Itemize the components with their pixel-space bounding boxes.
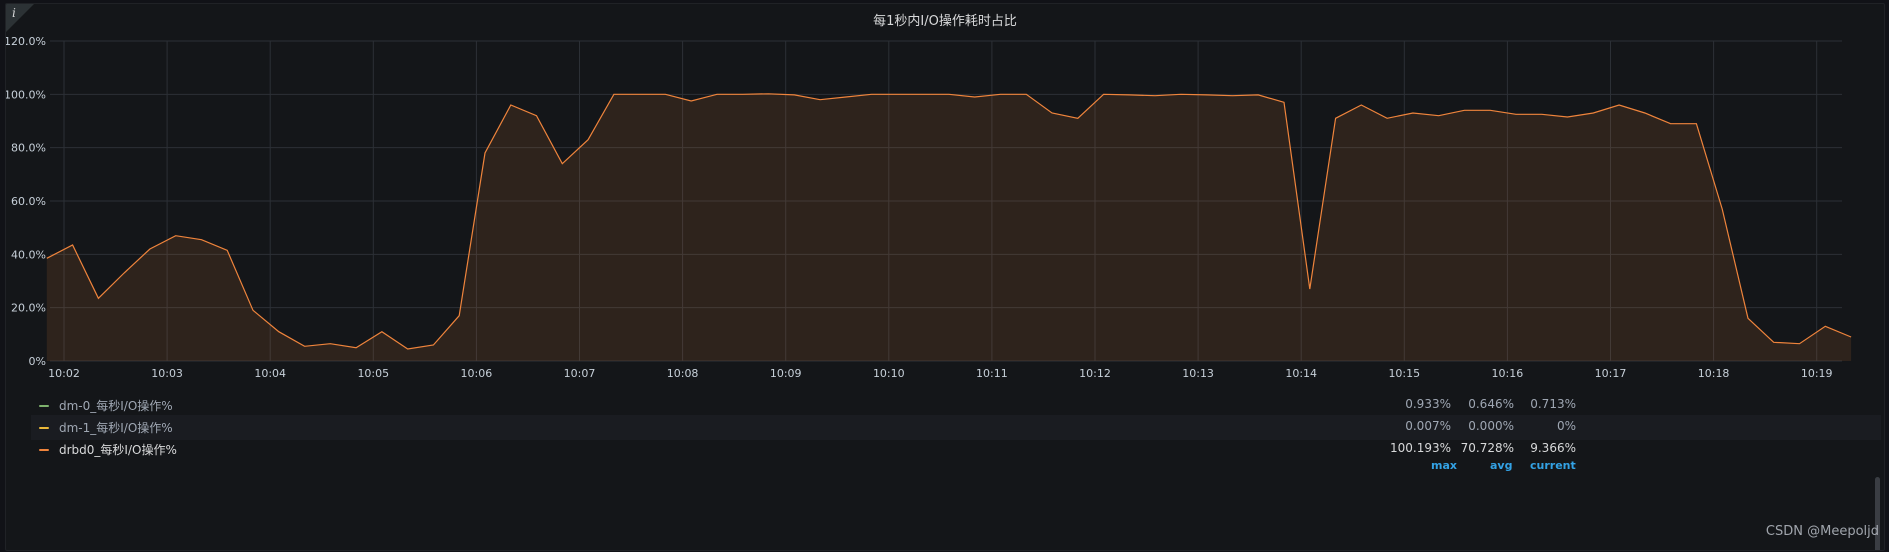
x-tick-label: 10:16 — [1492, 367, 1524, 380]
y-tick-label: 0% — [29, 355, 46, 368]
series-swatch[interactable] — [39, 449, 49, 451]
x-tick-label: 10:07 — [564, 367, 596, 380]
x-tick-label: 10:06 — [461, 367, 493, 380]
series-current: 9.366% — [1530, 441, 1576, 455]
x-tick-label: 10:15 — [1388, 367, 1420, 380]
x-tick-label: 10:08 — [667, 367, 699, 380]
x-tick-label: 10:09 — [770, 367, 802, 380]
x-tick-label: 10:17 — [1595, 367, 1627, 380]
watermark-text: CSDN @Meepoljd — [1765, 524, 1879, 539]
x-tick-label: 10:13 — [1182, 367, 1214, 380]
x-tick-label: 10:18 — [1698, 367, 1730, 380]
series-area-drbd0 — [46, 93, 1852, 362]
y-tick-label: 40.0% — [11, 248, 46, 261]
series-current: 0.713% — [1530, 397, 1576, 411]
x-tick-label: 10:03 — [151, 367, 183, 380]
series-current: 0% — [1556, 419, 1576, 433]
x-tick-label: 10:12 — [1079, 367, 1111, 380]
x-tick-label: 10:19 — [1801, 367, 1833, 380]
x-tick-label: 10:04 — [254, 367, 286, 380]
legend-row-drbd0[interactable]: drbd0_每秒I/O操作% 100.193% 70.728% 9.366% — [31, 437, 1881, 462]
x-tick-label: 10:10 — [873, 367, 905, 380]
y-tick-label: 100.0% — [6, 88, 46, 101]
y-tick-label: 20.0% — [11, 302, 46, 315]
graph-panel: i 每1秒内I/O操作耗时占比 0% 20.0% 40.0% 60.0% 80.0% 10… — [5, 3, 1885, 551]
series-swatch[interactable] — [39, 405, 49, 407]
x-tick-label: 10:14 — [1285, 367, 1317, 380]
x-tick-label: 10:05 — [357, 367, 389, 380]
y-tick-label: 80.0% — [11, 142, 46, 155]
y-tick-label: 60.0% — [11, 195, 46, 208]
series-name[interactable]: dm-0_每秒I/O操作% — [59, 397, 173, 414]
series-swatch[interactable] — [39, 427, 49, 429]
legend-scrollbar[interactable] — [1875, 477, 1880, 550]
x-tick-label: 10:11 — [976, 367, 1008, 380]
series-name[interactable]: dm-1_每秒I/O操作% — [59, 419, 173, 436]
x-tick-label: 10:02 — [48, 367, 80, 380]
y-tick-label: 120.0% — [6, 35, 46, 48]
series-name[interactable]: drbd0_每秒I/O操作% — [59, 441, 177, 458]
